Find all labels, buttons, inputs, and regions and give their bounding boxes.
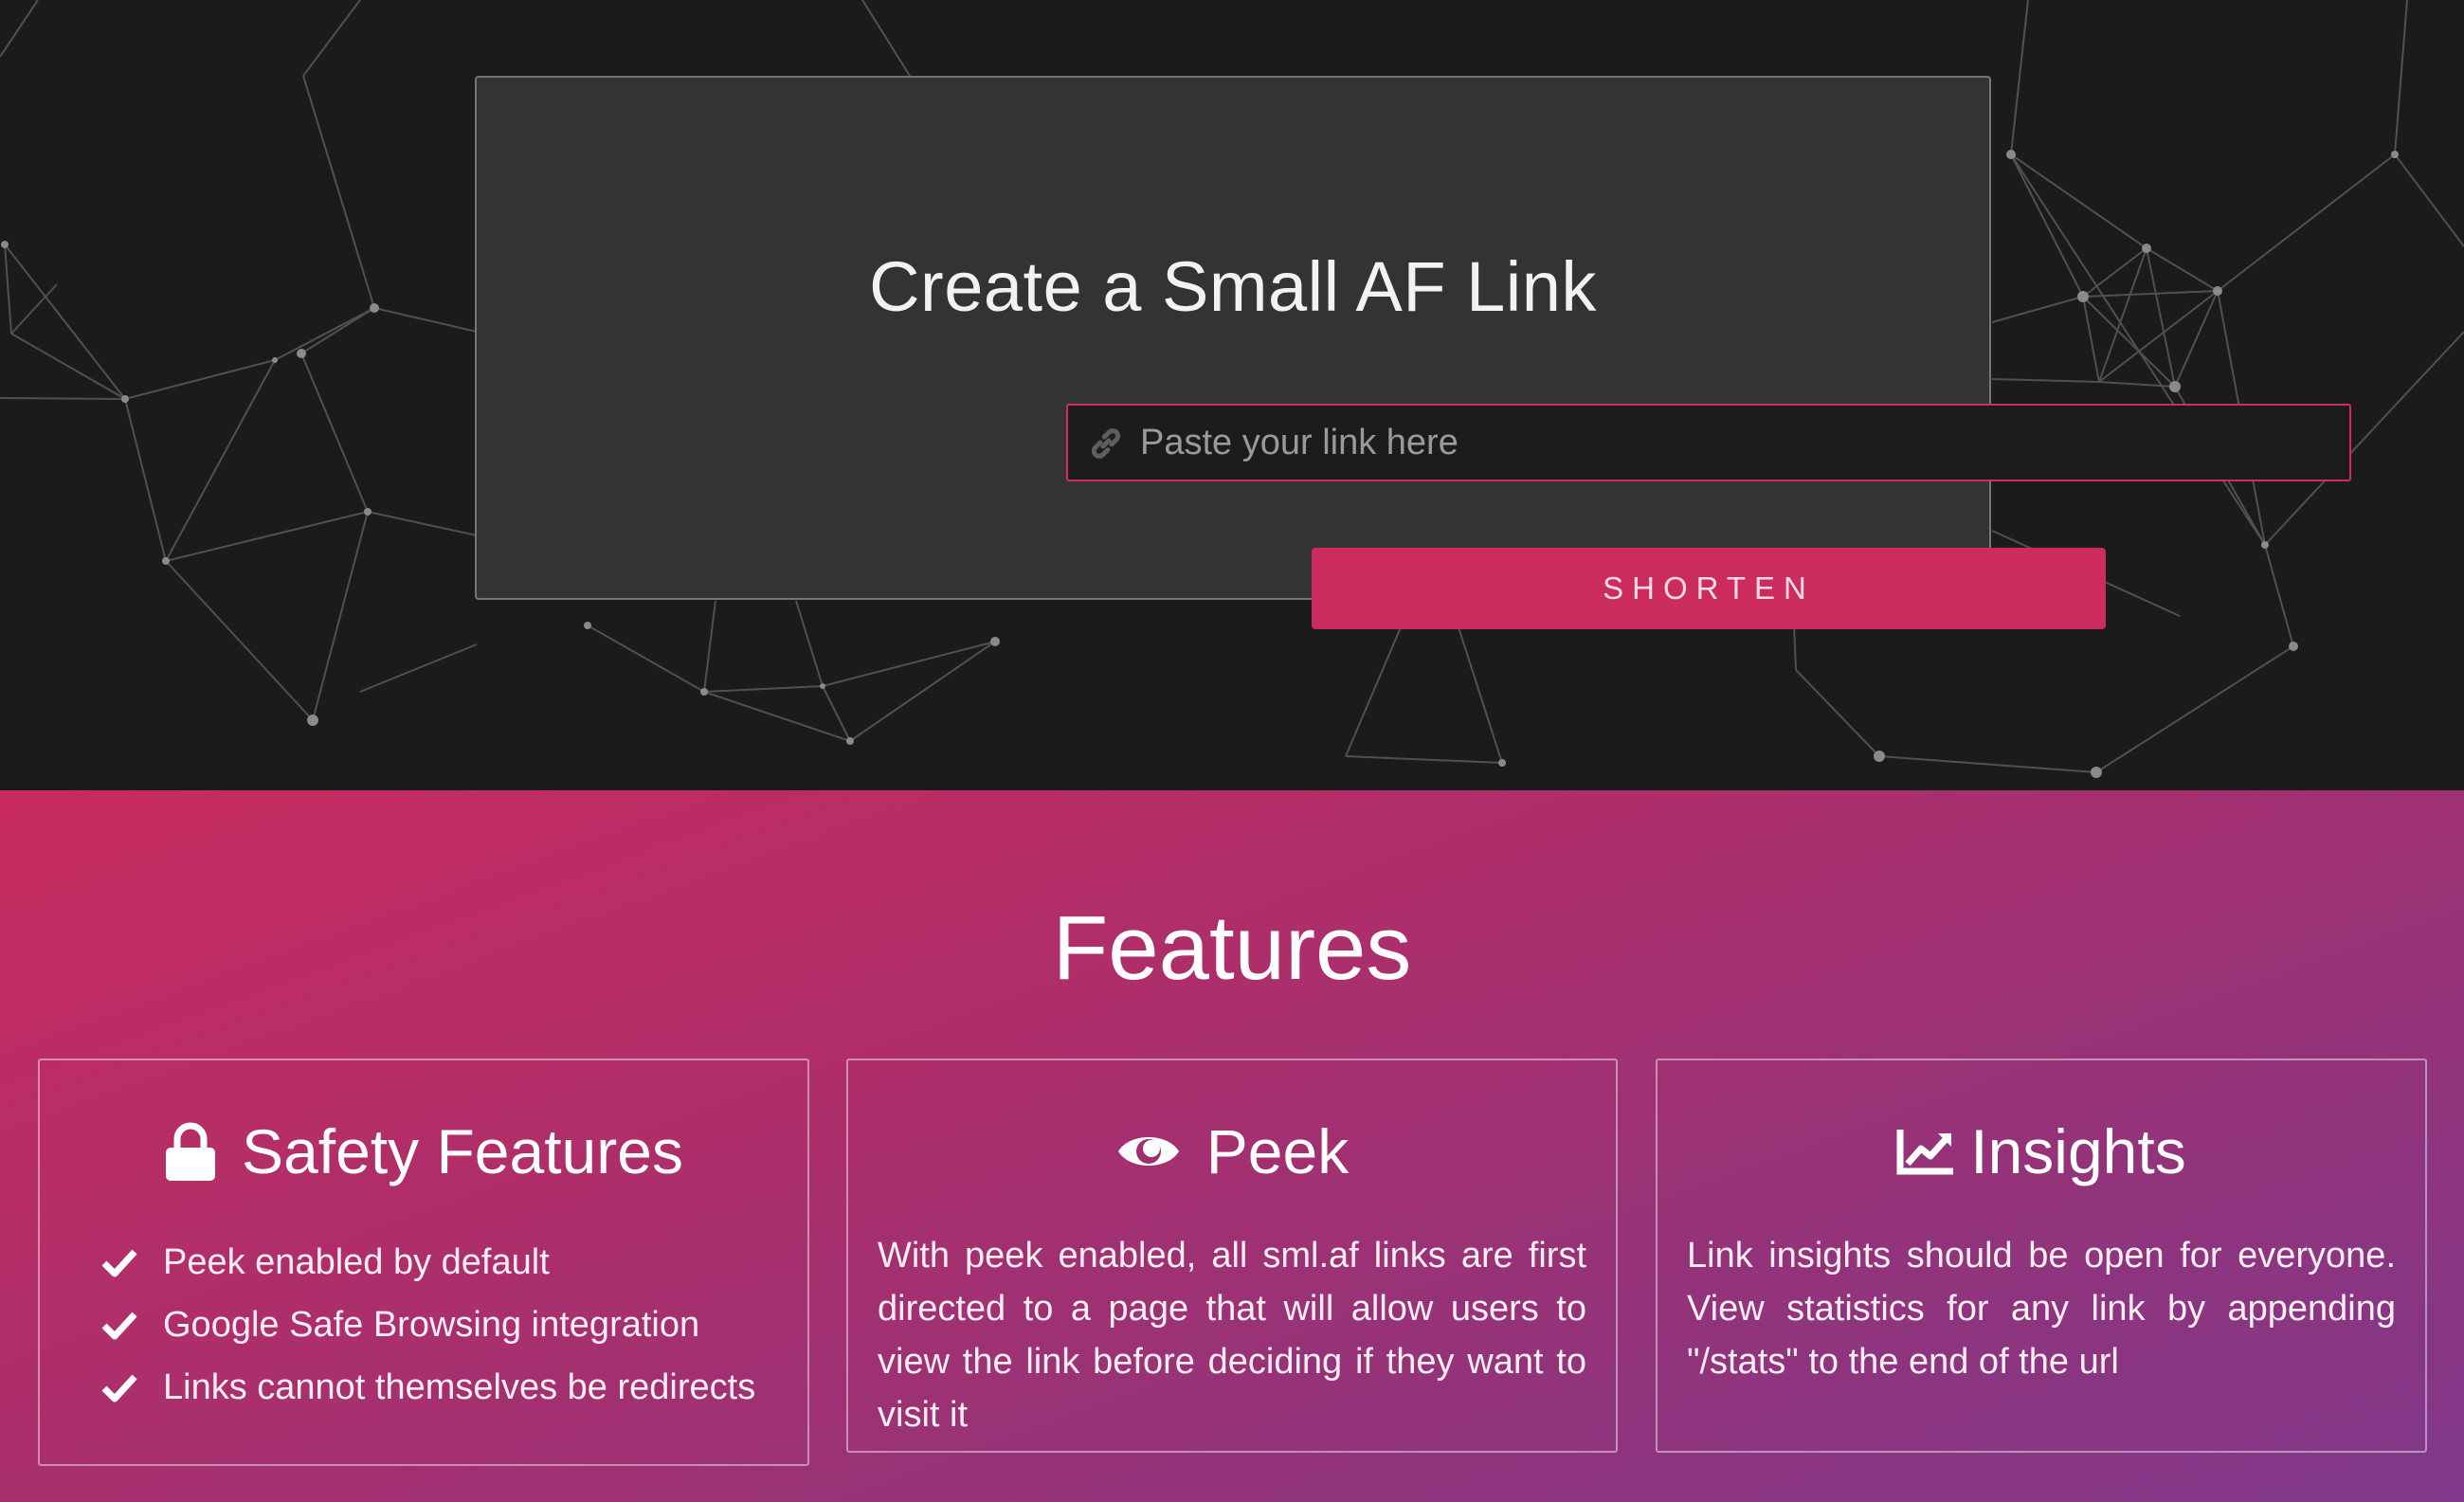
list-item: Peek enabled by default xyxy=(100,1231,755,1294)
check-icon xyxy=(101,1312,137,1340)
shorten-card: Create a Small AF Link SHORTEN xyxy=(475,76,2351,629)
feature-title-insights: Insights xyxy=(1970,1116,2186,1186)
feature-card-insights: Insights Link insights should be open fo… xyxy=(1656,1059,2427,1453)
list-item: Links cannot themselves be redirects xyxy=(100,1356,755,1419)
feature-header-insights: Insights xyxy=(1658,1115,2425,1187)
feature-header-safety: Safety Features xyxy=(40,1115,807,1187)
hero-section: Create a Small AF Link SHORTEN xyxy=(0,0,2464,790)
feature-card-safety: Safety Features Peek enabled by default … xyxy=(38,1059,809,1466)
lock-icon xyxy=(166,1122,216,1181)
feature-title-safety: Safety Features xyxy=(242,1116,683,1186)
check-icon xyxy=(101,1374,137,1402)
feature-description-insights: Link insights should be open for everyon… xyxy=(1687,1236,2396,1382)
feature-card-peek: Peek With peek enabled, all sml.af links… xyxy=(846,1059,1618,1453)
eye-icon xyxy=(1117,1137,1179,1166)
list-item-label: Peek enabled by default xyxy=(163,1241,550,1282)
list-item: Google Safe Browsing integration xyxy=(100,1294,755,1356)
shorten-button[interactable]: SHORTEN xyxy=(1312,548,2106,629)
features-title: Features xyxy=(1052,897,1412,999)
feature-title-peek: Peek xyxy=(1205,1116,1350,1186)
list-item-label: Google Safe Browsing integration xyxy=(163,1304,700,1345)
check-icon xyxy=(101,1249,137,1277)
feature-header-peek: Peek xyxy=(848,1115,1616,1187)
feature-description-peek: With peek enabled, all sml.af links are … xyxy=(878,1236,1586,1435)
shorten-title: Create a Small AF Link xyxy=(869,247,1597,326)
chart-line-icon xyxy=(1896,1130,1954,1175)
link-input-container[interactable] xyxy=(1066,404,2351,481)
safety-feature-list: Peek enabled by default Google Safe Brow… xyxy=(100,1231,755,1419)
features-section: Features Safety Features Peek enabled by… xyxy=(0,790,2464,1502)
link-input[interactable] xyxy=(1140,406,2334,480)
list-item-label: Links cannot themselves be redirects xyxy=(163,1366,756,1407)
link-icon xyxy=(1091,428,1121,459)
